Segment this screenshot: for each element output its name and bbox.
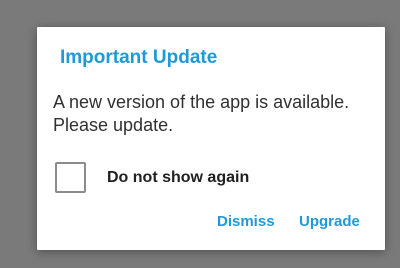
upgrade-button[interactable]: Upgrade bbox=[299, 213, 360, 230]
dialog-title: Important Update bbox=[60, 47, 218, 68]
do-not-show-again-label[interactable]: Do not show again bbox=[107, 169, 249, 187]
dismiss-button[interactable]: Dismiss bbox=[217, 213, 275, 230]
dialog-message: A new version of the app is available. P… bbox=[53, 92, 350, 135]
do-not-show-again-checkbox[interactable] bbox=[55, 162, 86, 193]
update-dialog: Important Update A new version of the ap… bbox=[37, 27, 385, 250]
